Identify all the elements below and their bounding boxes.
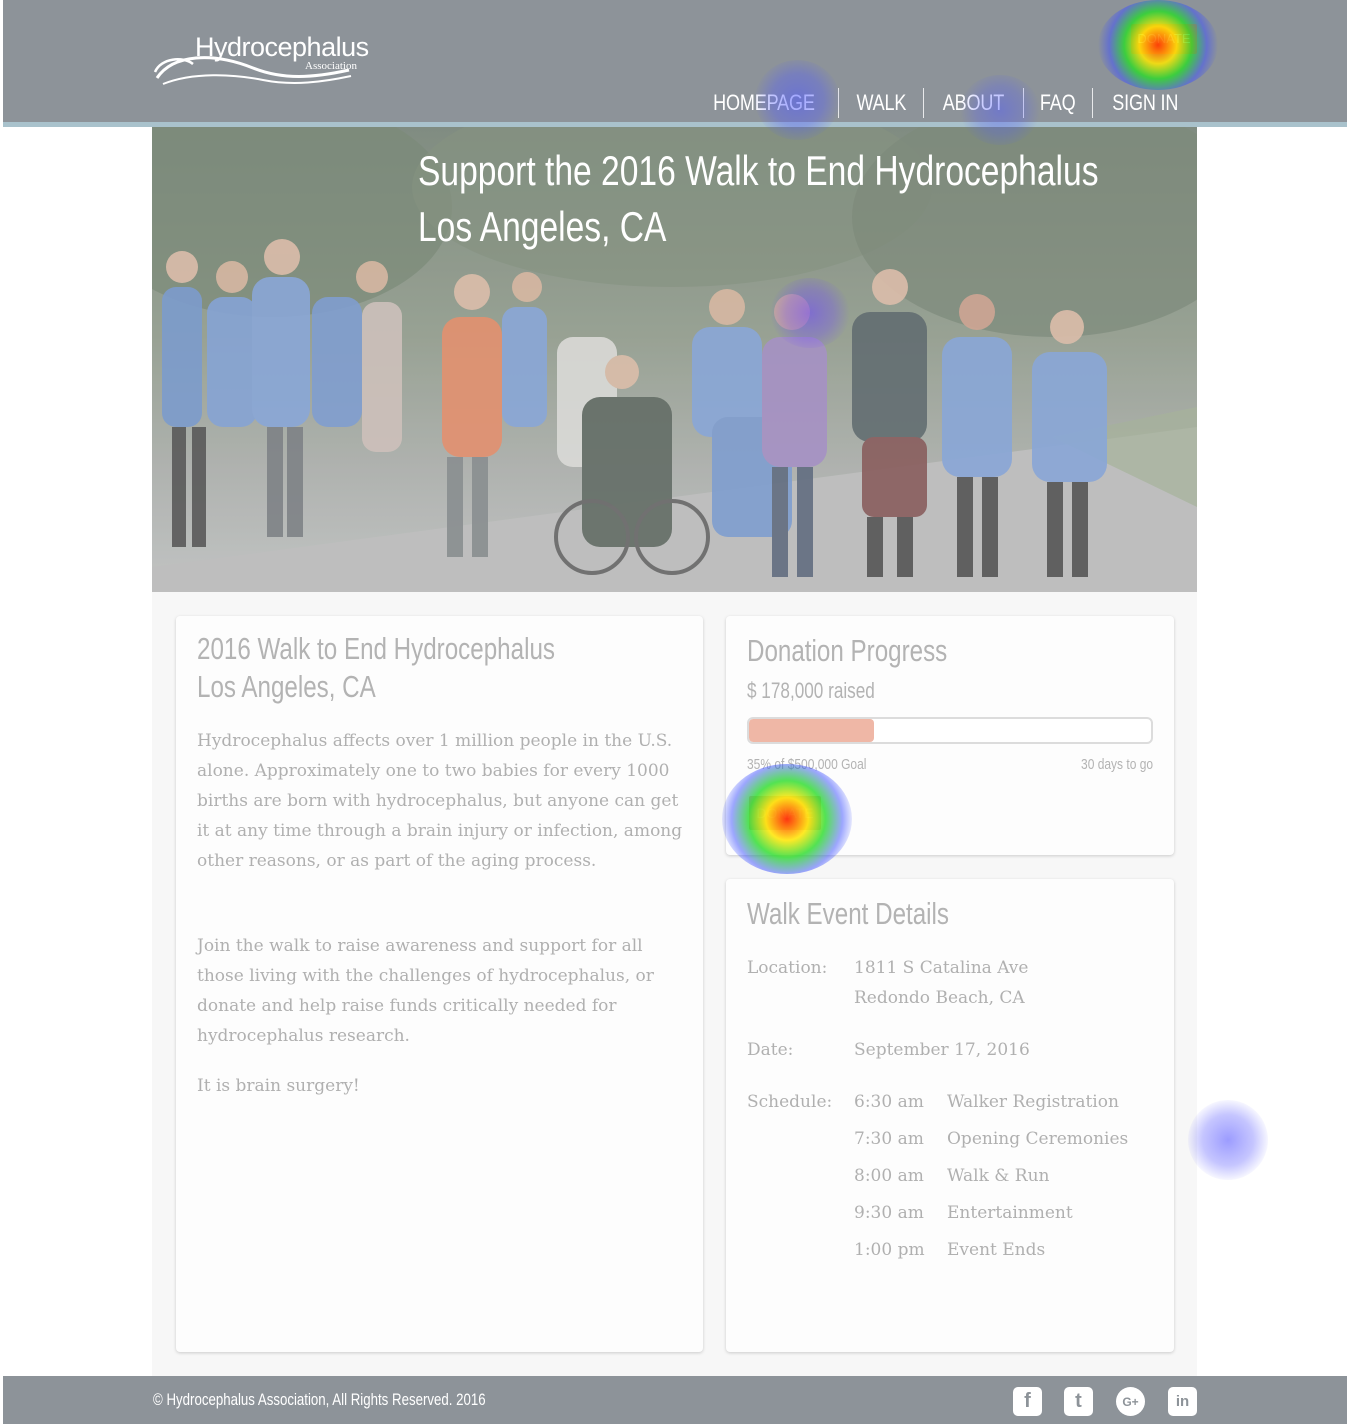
donation-progress-title: Donation Progress — [747, 633, 948, 668]
schedule-event: Walk & Run — [947, 1166, 1050, 1186]
location-label: Location: — [747, 958, 828, 978]
location-line-1: 1811 S Catalina Ave — [854, 958, 1029, 978]
social-glyph: t — [1075, 1390, 1082, 1412]
donation-progress-bar — [747, 717, 1153, 744]
walk-info-paragraph-2: Join the walk to raise awareness and sup… — [197, 936, 654, 1046]
schedule-event: Opening Ceremonies — [947, 1129, 1129, 1149]
schedule-event: Walker Registration — [947, 1092, 1119, 1112]
hydrocephalus-association-logo[interactable]: Hydrocephalus Association — [153, 30, 383, 94]
nav-about[interactable]: ABOUT — [936, 90, 1010, 116]
location-line-2: Redondo Beach, CA — [854, 988, 1025, 1008]
walk-info-card: 2016 Walk to End Hydrocephalus Los Angel… — [176, 616, 703, 1352]
nav-divider — [1091, 88, 1093, 118]
hero-banner: Support the 2016 Walk to End Hydrocephal… — [152, 127, 1197, 592]
walk-event-details-card: Walk Event Details Location: 1811 S Cata… — [726, 879, 1174, 1352]
schedule-time: 7:30 am — [854, 1129, 924, 1149]
days-remaining: 30 days to go — [1080, 756, 1153, 773]
nav-divider — [1023, 88, 1025, 118]
schedule-time: 1:00 pm — [854, 1240, 925, 1260]
donation-progress-card: Donation Progress $ 178,000 raised 35% o… — [726, 616, 1174, 855]
social-glyph: in — [1175, 1393, 1190, 1410]
header-donate-button[interactable]: DONATE — [1131, 24, 1197, 54]
heatmap-spot — [1188, 1100, 1268, 1180]
hero-title-line-2: Los Angeles, CA — [418, 203, 667, 250]
walk-info-title-line-2: Los Angeles, CA — [197, 669, 376, 704]
nav-divider — [923, 88, 925, 118]
walk-info-title: 2016 Walk to End Hydrocephalus Los Angel… — [197, 630, 555, 706]
hero-title-line-1: Support the 2016 Walk to End Hydrocephal… — [418, 147, 1099, 194]
donation-progress-fill — [749, 719, 874, 742]
nav-divider — [837, 88, 839, 118]
schedule-event: Event Ends — [947, 1240, 1046, 1260]
walk-info-paragraph-3: It is brain surgery! — [197, 1076, 360, 1096]
nav-homepage[interactable]: HOMEPAGE — [706, 90, 821, 116]
date-value: September 17, 2016 — [854, 1040, 1030, 1060]
goal-text: 35% of $500,000 Goal — [747, 756, 867, 773]
google-plus-icon[interactable]: G+ — [1116, 1387, 1145, 1416]
schedule-time: 6:30 am — [854, 1092, 924, 1112]
hero-title: Support the 2016 Walk to End Hydrocephal… — [418, 143, 1099, 255]
site-footer: © Hydrocephalus Association, All Rights … — [3, 1376, 1347, 1424]
facebook-icon[interactable]: f — [1013, 1387, 1042, 1416]
social-glyph: f — [1024, 1390, 1031, 1412]
linkedin-icon[interactable]: in — [1168, 1387, 1197, 1416]
logo-subtext: Association — [305, 60, 357, 72]
walk-info-paragraph-1: Hydrocephalus affects over 1 million peo… — [197, 731, 683, 871]
schedule-label: Schedule: — [747, 1092, 833, 1112]
card-donate-button[interactable]: DONATE — [749, 796, 821, 830]
event-details-title: Walk Event Details — [747, 896, 950, 931]
nav-sign-in[interactable]: SIGN IN — [1105, 90, 1184, 116]
walk-info-title-line-1: 2016 Walk to End Hydrocephalus — [197, 631, 555, 666]
site-header: Hydrocephalus Association DONATE HOMEPAG… — [3, 0, 1347, 122]
social-glyph: G+ — [1122, 1394, 1139, 1409]
copyright-text: © Hydrocephalus Association, All Rights … — [153, 1390, 486, 1409]
schedule-time: 9:30 am — [854, 1203, 924, 1223]
logo-text: Hydrocephalus — [195, 32, 369, 62]
nav-faq[interactable]: FAQ — [1033, 90, 1082, 116]
twitter-icon[interactable]: t — [1064, 1387, 1093, 1416]
schedule-time: 8:00 am — [854, 1166, 924, 1186]
nav-walk[interactable]: WALK — [849, 90, 912, 116]
main-nav: HOMEPAGE WALK ABOUT FAQ SIGN IN — [694, 86, 1193, 120]
schedule-event: Entertainment — [947, 1203, 1073, 1223]
date-label: Date: — [747, 1040, 794, 1060]
amount-raised: $ 178,000 raised — [747, 678, 875, 703]
